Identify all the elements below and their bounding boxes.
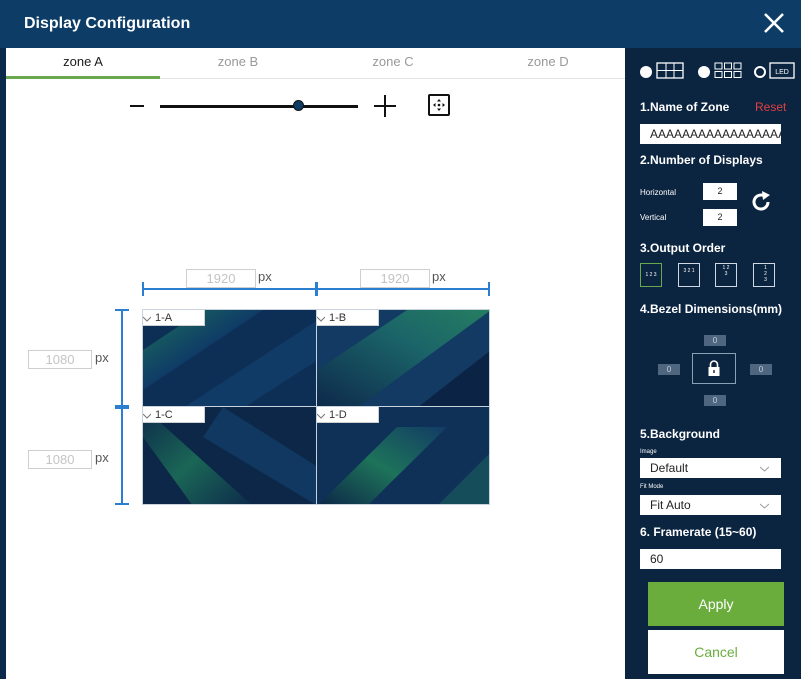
order-option-text: 3 2 1 [683,268,695,274]
fit-mode-value: Fit Auto [650,498,691,512]
height-input-1[interactable]: 1080 [28,350,92,369]
zoom-controls [130,92,450,120]
dimension-cap [315,282,318,296]
output-order-heading: 3.Output Order [640,241,726,255]
zoom-slider-handle[interactable] [293,100,305,111]
image-label: Image [640,449,657,455]
framerate-heading: 6. Framerate (15~60) [640,525,757,539]
fit-mode-select[interactable]: Fit Auto [640,495,781,515]
dimension-cap [488,282,490,296]
close-icon[interactable] [759,8,789,38]
order-option-right-to-left[interactable]: 3 2 1 [678,263,700,287]
reset-link[interactable]: Reset [755,100,786,114]
chevron-down-icon [317,413,325,419]
display-select[interactable]: 1-D [317,407,379,423]
fit-mode-label: Fit Mode [640,484,664,490]
zone-name-heading: 1.Name of Zone [640,100,730,114]
layout-mode-radio-1[interactable] [640,66,652,78]
bezel-preview [692,353,736,384]
bezel-heading: 4.Bezel Dimensions(mm) [640,302,783,316]
bezel-top-input[interactable]: 0 [704,335,726,346]
display-select[interactable]: 1-A [143,310,205,326]
display-select[interactable]: 1-C [143,407,205,423]
order-option-text: 1 2 3 [722,265,730,277]
tab-zone-d[interactable]: zone D [471,48,625,78]
tab-zone-c[interactable]: zone C [316,48,470,78]
bezel-left-input[interactable]: 0 [658,364,680,375]
order-option-left-to-right[interactable]: 1 2 3 [640,263,662,287]
vertical-count-input[interactable]: 2 [703,209,737,226]
dimension-cap [115,405,129,409]
bezel-right-input[interactable]: 0 [750,364,772,375]
dialog-title: Display Configuration [24,15,191,32]
chevron-down-icon [143,413,151,419]
lock-icon[interactable] [707,359,721,377]
dimension-cap [115,309,129,311]
led-icon-label: LED [775,69,789,76]
displays-heading: 2.Number of Displays [640,153,763,167]
width-unit-label-2: px [432,269,446,284]
chevron-down-icon [760,503,769,509]
tab-label: zone A [63,54,103,69]
order-option-top-to-bottom[interactable]: 1 2 3 [715,263,737,287]
grid-wide-icon[interactable] [656,62,684,80]
title-bar: Display Configuration [0,0,801,48]
display-panel-1b[interactable]: 1-B [316,309,490,407]
zoom-out-icon[interactable] [130,105,144,107]
order-option-text: 1 2 3 [764,265,767,283]
display-panel-1d[interactable]: 1-D [316,406,490,505]
height-unit-label-2: px [95,450,109,465]
zone-name-input[interactable]: AAAAAAAAAAAAAAAAAA [640,124,781,144]
refresh-icon[interactable] [749,190,773,214]
display-label: 1-A [155,312,173,324]
framerate-input[interactable]: 60 [640,549,781,569]
active-tab-indicator [6,76,160,79]
height-input-2[interactable]: 1080 [28,450,92,469]
width-input-2[interactable]: 1920 [360,269,430,288]
dimension-cap [142,282,144,296]
display-label: 1-D [329,409,347,421]
background-image-select[interactable]: Default [640,458,781,478]
zone-tabs: zone A zone B zone C zone D [6,48,625,79]
width-input-1[interactable]: 1920 [186,269,256,288]
grid-multi-icon[interactable] [714,62,742,80]
horizontal-count-input[interactable]: 2 [703,183,737,200]
dimension-cap [115,503,129,505]
zoom-slider[interactable] [160,105,358,108]
display-select[interactable]: 1-B [317,310,379,326]
order-option-text: 1 2 3 [645,272,657,278]
vertical-label: Vertical [640,213,667,222]
tab-zone-a[interactable]: zone A [6,48,160,79]
height-unit-label-1: px [95,350,109,365]
bezel-bottom-input[interactable]: 0 [704,395,726,406]
apply-button[interactable]: Apply [648,582,784,626]
horizontal-label: Horizontal [640,188,677,197]
display-label: 1-C [155,409,173,421]
tab-label: zone D [527,54,569,69]
display-label: 1-B [329,312,347,324]
tab-label: zone C [372,54,414,69]
width-unit-label-1: px [258,269,272,284]
chevron-down-icon [760,466,769,472]
chevron-down-icon [317,316,325,322]
order-option-column[interactable]: 1 2 3 [753,263,775,287]
chevron-down-icon [143,316,151,322]
background-heading: 5.Background [640,427,721,441]
cancel-button[interactable]: Cancel [648,630,784,674]
tab-label: zone B [217,54,259,69]
layout-mode-radio-2[interactable] [698,66,710,78]
background-image-value: Default [650,461,689,475]
zoom-in-icon[interactable] [374,95,396,117]
tab-zone-b[interactable]: zone B [161,48,315,78]
layout-mode-radio-3[interactable] [754,66,766,78]
fit-to-screen-icon[interactable] [428,94,450,116]
display-panel-1c[interactable]: 1-C [142,406,317,505]
led-icon[interactable]: LED [769,62,795,80]
display-panel-1a[interactable]: 1-A [142,309,317,407]
